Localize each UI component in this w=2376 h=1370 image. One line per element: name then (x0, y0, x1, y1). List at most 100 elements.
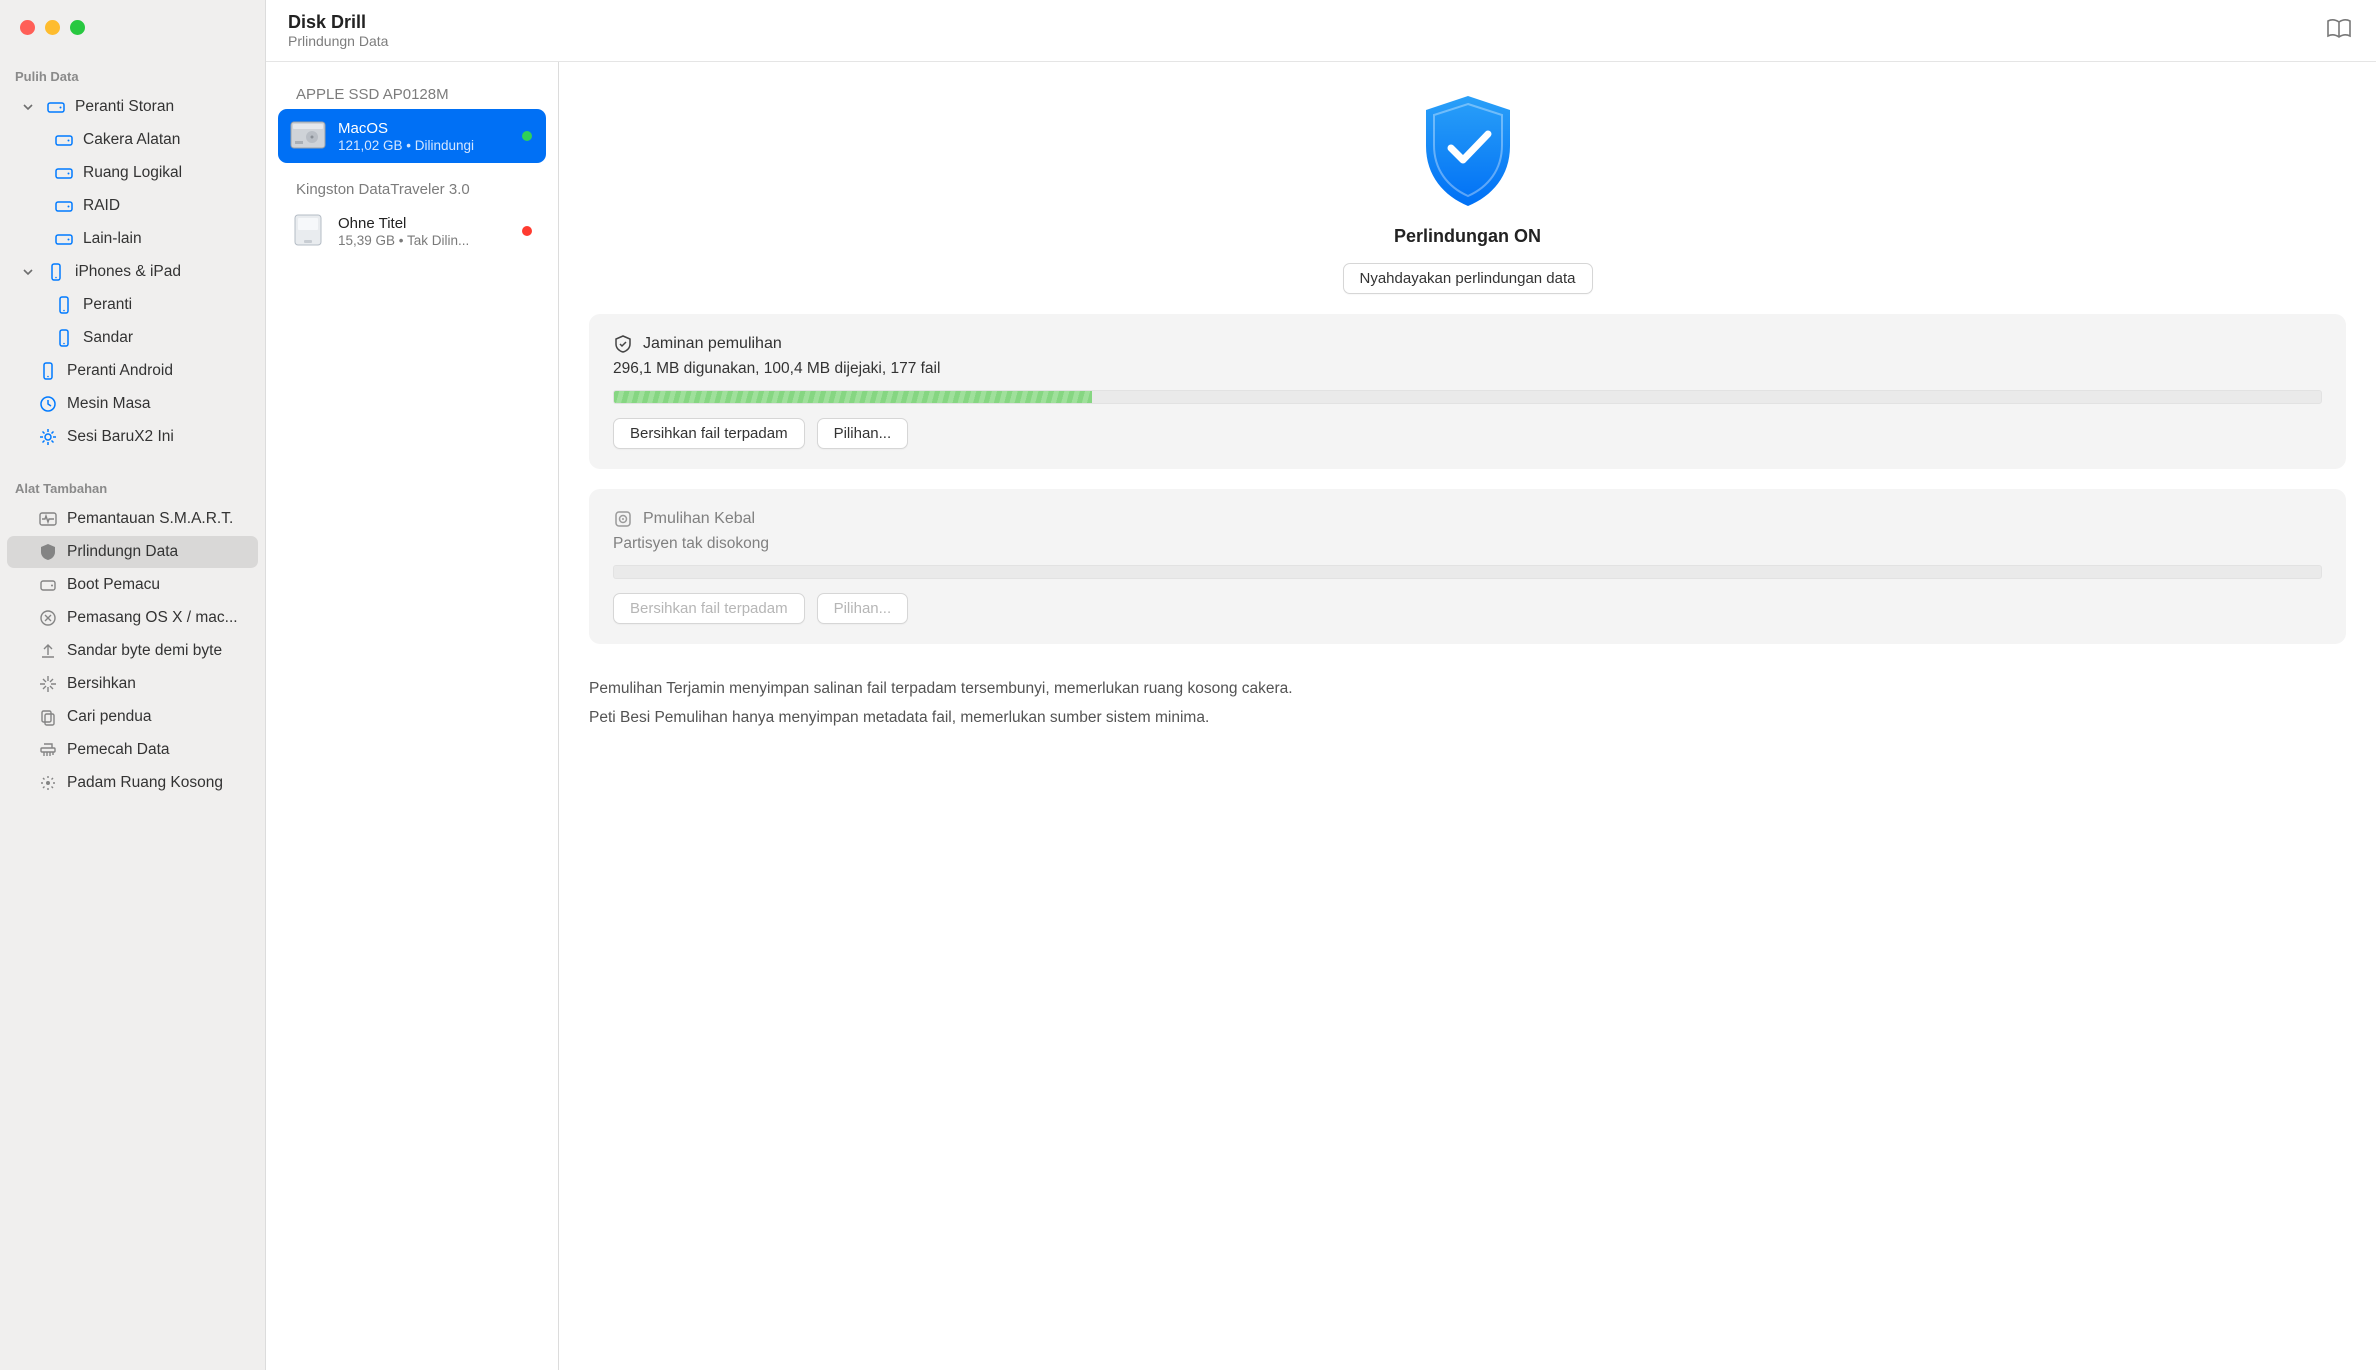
drive-list-panel: APPLE SSD AP0128M MacOS 121,02 GB • Dili… (266, 62, 559, 1370)
panel-stats: 296,1 MB digunakan, 100,4 MB dijejaki, 1… (613, 360, 2322, 378)
erase-icon (38, 773, 58, 793)
drive-item-ohne-titel[interactable]: Ohne Titel 15,39 GB • Tak Dilin... (278, 204, 546, 258)
sidebar-item-hardware-disks[interactable]: Cakera Alatan (7, 124, 258, 156)
disk-icon (54, 196, 74, 216)
sidebar-item-data-protection[interactable]: Prlindungn Data (7, 536, 258, 568)
shield-icon (38, 542, 58, 562)
x-circle-icon (38, 608, 58, 628)
sidebar-item-raid[interactable]: RAID (7, 190, 258, 222)
sidebar-item-label: Peranti Android (67, 362, 173, 380)
usage-progress-bar (613, 390, 2322, 404)
cleanup-deleted-button[interactable]: Bersihkan fail terpadam (613, 418, 805, 449)
close-window-button[interactable] (20, 20, 35, 35)
sidebar-item-boot-drive[interactable]: Boot Pemacu (7, 569, 258, 601)
sidebar-item-label: Prlindungn Data (67, 543, 178, 561)
sidebar-item-label: Pemantauan S.M.A.R.T. (67, 510, 233, 528)
panel-title: Pmulihan Kebal (643, 510, 755, 528)
sidebar-item-cleanup[interactable]: Bersihkan (7, 668, 258, 700)
sidebar-item-shredder[interactable]: Pemecah Data (7, 734, 258, 766)
sidebar-item-logical-volumes[interactable]: Ruang Logikal (7, 157, 258, 189)
copy-icon (38, 707, 58, 727)
window-controls (0, 20, 265, 59)
disk-group-label: APPLE SSD AP0128M (278, 76, 546, 109)
recovery-guarantee-panel: Jaminan pemulihan 296,1 MB digunakan, 10… (589, 314, 2346, 469)
app-title: Disk Drill (288, 12, 388, 34)
disable-protection-button[interactable]: Nyahdayakan perlindungan data (1343, 263, 1593, 294)
protection-shield-icon (1418, 92, 1518, 212)
phone-icon (54, 328, 74, 348)
sidebar-item-label: Cakera Alatan (83, 131, 180, 149)
clock-icon (38, 394, 58, 414)
sidebar-item-label: Ruang Logikal (83, 164, 182, 182)
sidebar-item-label: Pemecah Data (67, 741, 170, 759)
sidebar-item-iphone-devices[interactable]: Peranti (7, 289, 258, 321)
sidebar-item-label: Cari pendua (67, 708, 151, 726)
description-text: Pemulihan Terjamin menyimpan salinan fai… (589, 674, 2346, 733)
gear-icon (38, 427, 58, 447)
options-button[interactable]: Pilihan... (817, 418, 909, 449)
panel-stats: Partisyen tak disokong (613, 535, 2322, 553)
sidebar-item-time-machine[interactable]: Mesin Masa (7, 388, 258, 420)
sidebar-item-other[interactable]: Lain-lain (7, 223, 258, 255)
sidebar-item-label: Padam Ruang Kosong (67, 774, 223, 792)
sidebar-item-smart[interactable]: Pemantauan S.M.A.R.T. (7, 503, 258, 535)
sidebar-section-recover: Pulih Data (0, 59, 265, 90)
status-dot-protected (522, 131, 532, 141)
options-button[interactable]: Pilihan... (817, 593, 909, 624)
cleanup-deleted-button[interactable]: Bersihkan fail terpadam (613, 593, 805, 624)
disk-group-label: Kingston DataTraveler 3.0 (278, 171, 546, 204)
usage-progress-bar (613, 565, 2322, 579)
sidebar-item-iphone-backups[interactable]: Sandar (7, 322, 258, 354)
sidebar-item-label: Sandar byte demi byte (67, 642, 222, 660)
maximize-window-button[interactable] (70, 20, 85, 35)
disk-icon (54, 130, 74, 150)
drive-item-macos[interactable]: MacOS 121,02 GB • Dilindungi (278, 109, 546, 163)
sidebar-item-label: Bersihkan (67, 675, 136, 693)
chevron-down-icon (22, 266, 34, 278)
sidebar-item-iphones-ipad[interactable]: iPhones & iPad (7, 256, 258, 288)
chevron-down-icon (22, 101, 34, 113)
drive-icon (38, 575, 58, 595)
phone-icon (46, 262, 66, 282)
phone-icon (38, 361, 58, 381)
minimize-window-button[interactable] (45, 20, 60, 35)
page-subtitle: Prlindungn Data (288, 33, 388, 49)
help-book-icon[interactable] (2326, 18, 2352, 40)
sidebar-item-storage-devices[interactable]: Peranti Storan (7, 91, 258, 123)
protection-status-label: Perlindungan ON (589, 226, 2346, 247)
sidebar-item-erase-free-space[interactable]: Padam Ruang Kosong (7, 767, 258, 799)
drive-subtitle: 15,39 GB • Tak Dilin... (338, 233, 534, 248)
sidebar-item-duplicates[interactable]: Cari pendua (7, 701, 258, 733)
desc-line-2: Peti Besi Pemulihan hanya menyimpan meta… (589, 703, 2346, 732)
disk-icon (54, 229, 74, 249)
sidebar-item-label: iPhones & iPad (75, 263, 181, 281)
sidebar-item-label: Mesin Masa (67, 395, 151, 413)
status-dot-unprotected (522, 226, 532, 236)
target-icon (613, 509, 633, 529)
sidebar-item-osx-installer[interactable]: Pemasang OS X / mac... (7, 602, 258, 634)
external-disk-icon (290, 213, 326, 249)
shield-check-icon (613, 334, 633, 354)
sidebar-item-label: Boot Pemacu (67, 576, 160, 594)
sidebar-item-label: Lain-lain (83, 230, 142, 248)
phone-icon (54, 295, 74, 315)
sidebar-item-new-session[interactable]: Sesi BaruX2 Ini (7, 421, 258, 453)
internal-hdd-icon (290, 118, 326, 154)
disk-icon (54, 163, 74, 183)
sidebar: Pulih Data Peranti Storan Cakera Alatan … (0, 0, 266, 1370)
sidebar-item-label: Peranti (83, 296, 132, 314)
shredder-icon (38, 740, 58, 760)
sidebar-item-byte-backup[interactable]: Sandar byte demi byte (7, 635, 258, 667)
heartbeat-icon (38, 509, 58, 529)
sidebar-item-label: Pemasang OS X / mac... (67, 609, 238, 627)
sidebar-item-android[interactable]: Peranti Android (7, 355, 258, 387)
sparkle-icon (38, 674, 58, 694)
disk-icon (46, 97, 66, 117)
sidebar-item-label: Sandar (83, 329, 133, 347)
sidebar-item-label: Peranti Storan (75, 98, 174, 116)
header: Disk Drill Prlindungn Data (266, 0, 2376, 62)
drive-name: MacOS (338, 120, 534, 138)
drive-name: Ohne Titel (338, 215, 534, 233)
sidebar-item-label: RAID (83, 197, 120, 215)
sidebar-section-tools: Alat Tambahan (0, 471, 265, 502)
